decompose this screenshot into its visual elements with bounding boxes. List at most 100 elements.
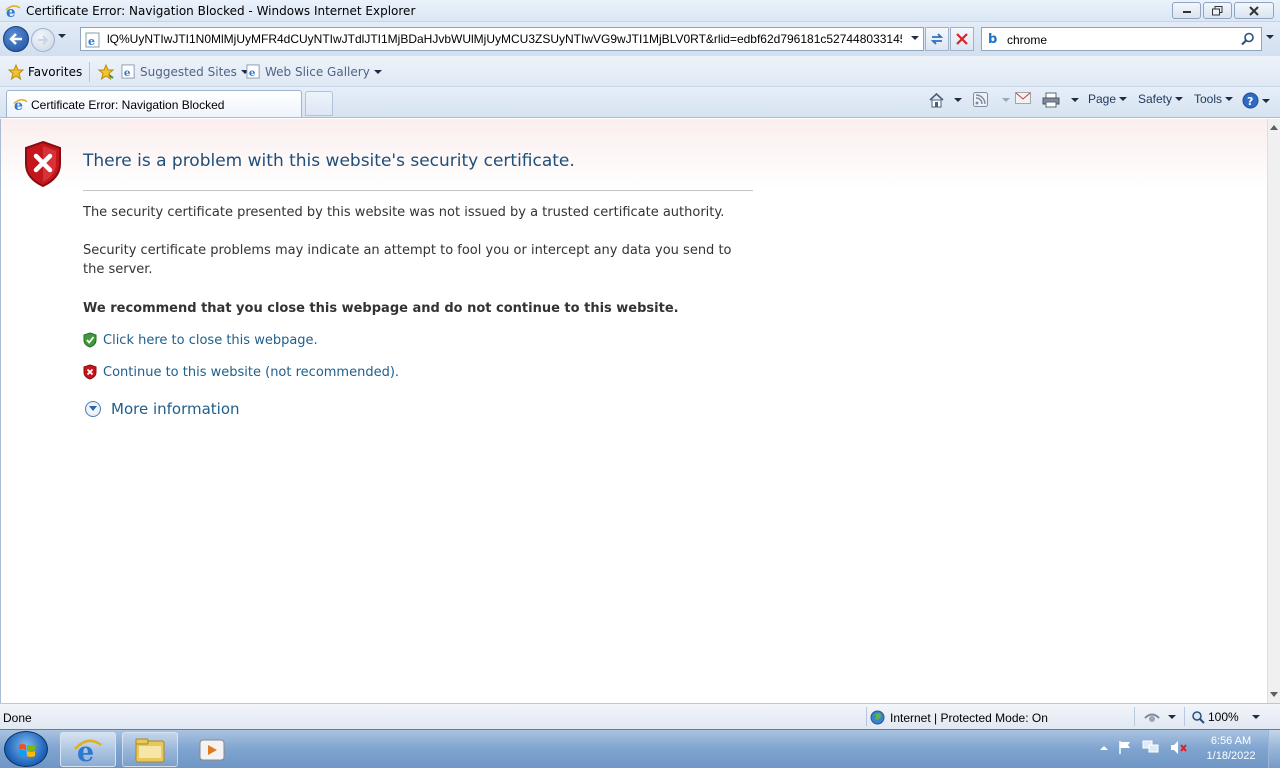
forward-arrow-icon bbox=[38, 35, 49, 45]
page-title: There is a problem with this website's s… bbox=[83, 151, 575, 171]
clock-date: 1/18/2022 bbox=[1206, 750, 1256, 762]
start-button[interactable] bbox=[4, 731, 48, 767]
safety-menu-label: Safety bbox=[1138, 92, 1173, 106]
windows-logo-icon bbox=[19, 744, 35, 757]
chevron-down-circle-icon bbox=[85, 401, 101, 417]
network-icon[interactable] bbox=[1142, 740, 1160, 755]
system-tray bbox=[1100, 740, 1188, 755]
printer-icon bbox=[1042, 92, 1060, 108]
stop-button[interactable] bbox=[950, 27, 974, 51]
close-window-button[interactable] bbox=[1234, 2, 1274, 19]
system-clock[interactable]: 6:56 AM 1/18/2022 bbox=[1196, 734, 1266, 764]
chevron-down-icon bbox=[954, 98, 962, 102]
scroll-up-icon[interactable] bbox=[1270, 125, 1278, 130]
more-information-toggle[interactable]: More information bbox=[85, 400, 240, 418]
zoom-level-button[interactable]: 100% bbox=[1192, 710, 1260, 724]
feeds-button[interactable] bbox=[973, 92, 1010, 107]
status-text: Done bbox=[3, 711, 32, 725]
search-options-dropdown[interactable] bbox=[1266, 35, 1274, 39]
refresh-icon bbox=[930, 33, 944, 45]
suggested-sites-button[interactable]: e Suggested Sites bbox=[121, 64, 249, 79]
action-center-flag-icon[interactable] bbox=[1118, 740, 1132, 755]
chevron-down-icon bbox=[1175, 97, 1184, 101]
web-slice-gallery-label: Web Slice Gallery bbox=[265, 64, 370, 79]
ie-page-icon: e bbox=[121, 64, 135, 79]
read-mail-button[interactable] bbox=[1015, 92, 1031, 104]
back-button[interactable] bbox=[3, 26, 29, 52]
minimize-button[interactable] bbox=[1172, 2, 1201, 19]
ie-logo-icon: e bbox=[13, 97, 28, 115]
add-to-favorites-bar-button[interactable] bbox=[97, 64, 115, 80]
divider bbox=[83, 190, 753, 191]
zoom-text: 100% bbox=[1208, 710, 1239, 724]
ie-logo-icon: e bbox=[74, 737, 102, 765]
home-button[interactable] bbox=[928, 92, 962, 108]
red-shield-x-icon bbox=[83, 364, 97, 380]
address-bar[interactable]: e lQ%UyNTIwJTI1N0MlMjUyMFR4dCUyNTIwJTdlJ… bbox=[80, 27, 924, 51]
favorites-button[interactable]: Favorites bbox=[8, 64, 82, 80]
certificate-warning-text: Security certificate problems may indica… bbox=[83, 243, 732, 277]
print-button[interactable] bbox=[1042, 92, 1079, 108]
mail-icon bbox=[1015, 92, 1031, 104]
media-player-icon bbox=[199, 739, 225, 760]
chevron-down-icon bbox=[373, 69, 382, 74]
taskbar: e 6:56 AM 1/18/2022 bbox=[0, 729, 1280, 768]
chevron-down-icon bbox=[1002, 97, 1010, 102]
forward-button[interactable] bbox=[31, 28, 55, 52]
page-menu-button[interactable]: Page bbox=[1088, 92, 1128, 106]
favorites-label: Favorites bbox=[28, 65, 83, 79]
search-box[interactable]: b chrome bbox=[981, 27, 1262, 51]
security-zone[interactable]: Internet | Protected Mode: On bbox=[870, 710, 1048, 725]
taskbar-internet-explorer[interactable]: e bbox=[60, 732, 116, 767]
status-bar: Done Internet | Protected Mode: On 100% bbox=[0, 703, 1280, 729]
svg-text:?: ? bbox=[1247, 95, 1253, 108]
minimize-icon bbox=[1182, 10, 1191, 13]
status-separator bbox=[866, 707, 867, 726]
zoom-magnifier-icon bbox=[1192, 710, 1205, 724]
chevron-down-icon bbox=[1168, 715, 1176, 719]
help-button[interactable]: ? bbox=[1242, 92, 1270, 109]
restore-icon bbox=[1212, 5, 1223, 15]
close-webpage-link[interactable]: Click here to close this webpage. bbox=[103, 333, 318, 348]
show-desktop-button[interactable] bbox=[1268, 730, 1280, 768]
refresh-button[interactable] bbox=[925, 27, 949, 51]
scroll-down-icon[interactable] bbox=[1270, 692, 1278, 697]
new-tab-button[interactable] bbox=[305, 91, 333, 116]
tab-label: Certificate Error: Navigation Blocked bbox=[31, 98, 225, 112]
favorites-separator bbox=[89, 62, 90, 82]
tools-menu-button[interactable]: Tools bbox=[1194, 92, 1234, 106]
vertical-scrollbar[interactable] bbox=[1267, 119, 1280, 703]
home-icon bbox=[929, 92, 944, 108]
chevron-down-icon bbox=[1251, 715, 1260, 719]
taskbar-media-player[interactable] bbox=[184, 732, 240, 767]
taskbar-windows-explorer[interactable] bbox=[122, 732, 178, 767]
navigation-bar: e lQ%UyNTIwJTI1N0MlMjUyMFR4dCUyNTIwJTdlJ… bbox=[0, 22, 1280, 56]
back-arrow-icon bbox=[9, 33, 22, 45]
tools-menu-label: Tools bbox=[1194, 92, 1223, 106]
zone-text: Internet | Protected Mode: On bbox=[890, 710, 1048, 725]
address-dropdown[interactable] bbox=[911, 36, 919, 40]
status-separator bbox=[1184, 707, 1185, 726]
folder-icon bbox=[135, 738, 165, 762]
safety-menu-button[interactable]: Safety bbox=[1138, 92, 1184, 106]
continue-website-row: Continue to this website (not recommende… bbox=[83, 364, 399, 380]
page-content: There is a problem with this website's s… bbox=[0, 119, 1280, 703]
volume-muted-icon[interactable] bbox=[1170, 740, 1188, 755]
green-shield-check-icon bbox=[83, 332, 97, 348]
close-webpage-row: Click here to close this webpage. bbox=[83, 332, 318, 348]
svg-text:e: e bbox=[124, 67, 131, 79]
tab-certificate-error[interactable]: e Certificate Error: Navigation Blocked bbox=[6, 90, 302, 117]
restore-button[interactable] bbox=[1203, 2, 1232, 19]
magnifier-icon[interactable] bbox=[1241, 32, 1255, 49]
popup-blocker-button[interactable] bbox=[1143, 710, 1176, 724]
svg-text:e: e bbox=[88, 35, 95, 48]
search-input[interactable]: chrome bbox=[1007, 33, 1047, 47]
continue-website-link[interactable]: Continue to this website (not recommende… bbox=[103, 365, 399, 380]
ie-page-icon: e bbox=[85, 32, 101, 51]
window-title: Certificate Error: Navigation Blocked - … bbox=[26, 4, 416, 18]
show-hidden-icons-chevron-icon[interactable] bbox=[1100, 745, 1108, 750]
bing-icon: b bbox=[988, 32, 998, 47]
recent-pages-dropdown[interactable] bbox=[58, 34, 66, 38]
web-slice-gallery-button[interactable]: e Web Slice Gallery bbox=[246, 64, 382, 79]
url-text[interactable]: lQ%UyNTIwJTI1N0MlMjUyMFR4dCUyNTIwJTdlJTI… bbox=[107, 32, 902, 46]
